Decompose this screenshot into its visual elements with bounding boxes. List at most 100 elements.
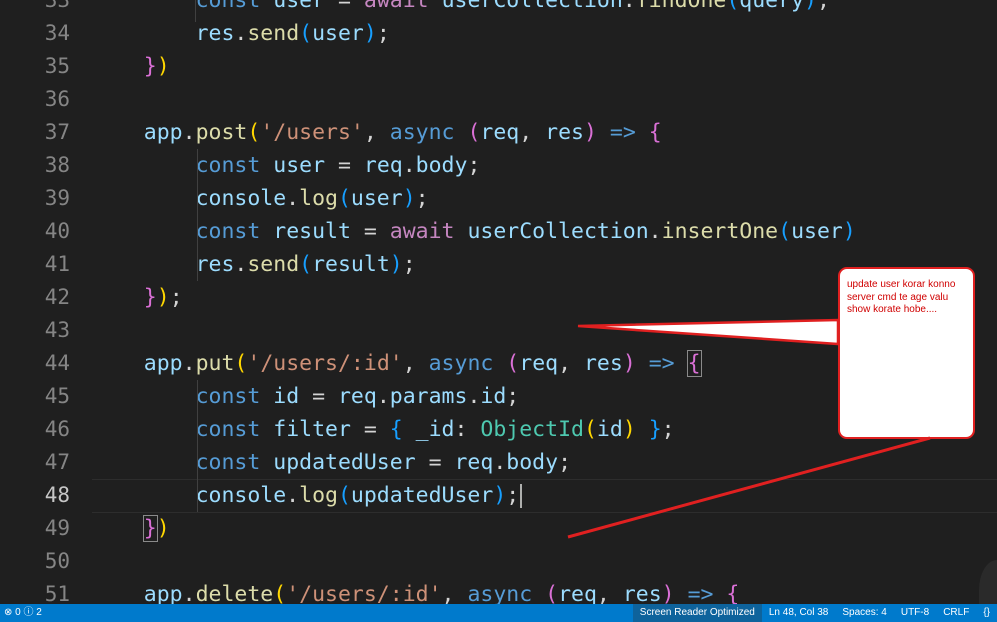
code-token: , [441, 582, 468, 604]
code-token: , [402, 351, 429, 376]
code-token: ( [506, 351, 520, 376]
code-line[interactable]: 48 console.log(updatedUser); [0, 479, 997, 513]
code-text: app.delete('/users/:id', async (req, res… [92, 578, 740, 604]
code-token: ; [558, 450, 572, 475]
code-line[interactable]: 50 [0, 545, 997, 578]
code-text: const filter = { _id: ObjectId(id) }; [92, 413, 675, 446]
code-token: . [493, 450, 507, 475]
code-token: => [687, 582, 714, 604]
code-text: }) [92, 50, 170, 83]
code-line[interactable]: 38 const user = req.body; [0, 149, 997, 182]
code-token: , [519, 120, 546, 145]
code-line[interactable]: 51 app.delete('/users/:id', async (req, … [0, 578, 997, 604]
code-text: const user = await userCollection.findOn… [92, 0, 830, 17]
code-line[interactable]: 49 }) [0, 512, 997, 545]
code-line[interactable]: 39 console.log(user); [0, 182, 997, 215]
code-token: insertOne [661, 219, 779, 244]
code-token: req [558, 582, 597, 604]
line-number: 41 [44, 252, 70, 276]
line-number: 46 [44, 417, 70, 441]
annotation-callout: update user korar konno server cmd te ag… [838, 267, 975, 439]
line-number: 44 [44, 351, 70, 375]
code-token: ; [467, 153, 481, 178]
code-token: async [389, 120, 455, 145]
code-text: console.log(updatedUser); [92, 479, 523, 512]
code-token: ; [402, 252, 416, 277]
code-text: app.put('/users/:id', async (req, res) =… [92, 347, 702, 380]
code-token: ; [415, 186, 429, 211]
line-number: 39 [44, 186, 70, 210]
code-line[interactable]: 36 [0, 83, 997, 116]
code-line[interactable]: 47 const updatedUser = req.body; [0, 446, 997, 479]
code-token: } [143, 54, 157, 79]
line-number: 49 [44, 516, 70, 540]
line-number: 47 [44, 450, 70, 474]
code-token: { [389, 417, 403, 442]
code-token: result [273, 219, 351, 244]
code-token: ) [842, 219, 856, 244]
code-token: async [428, 351, 494, 376]
code-token: = [350, 417, 390, 442]
code-token: const [195, 450, 261, 475]
code-token: ) [156, 285, 170, 310]
code-token: ) [156, 516, 170, 541]
indent-guide [197, 149, 198, 281]
code-token: : [454, 417, 481, 442]
code-token: id [596, 417, 623, 442]
code-token: ( [247, 120, 261, 145]
language-mode[interactable]: {} [976, 604, 997, 622]
code-token: params [389, 384, 468, 409]
code-token: ; [376, 21, 390, 46]
code-token: user [791, 219, 843, 244]
problems-indicator[interactable]: ⊗ 0 ⓘ 2 [4, 604, 42, 622]
screen-reader-mode[interactable]: Screen Reader Optimized [632, 604, 762, 622]
code-token: app [143, 120, 183, 145]
code-token: ) [402, 186, 416, 211]
line-number: 33 [44, 0, 70, 12]
encoding[interactable]: UTF-8 [894, 604, 936, 622]
code-line[interactable]: 34 res.send(user); [0, 17, 997, 50]
code-line[interactable]: 40 const result = await userCollection.i… [0, 215, 997, 248]
code-token: '/users/:id' [286, 582, 442, 604]
line-number: 35 [44, 54, 70, 78]
code-token: res [545, 120, 584, 145]
code-token: . [234, 252, 248, 277]
code-line[interactable]: 33 const user = await userCollection.fin… [0, 0, 997, 17]
indentation[interactable]: Spaces: 4 [835, 604, 893, 622]
code-token: post [195, 120, 248, 145]
code-token: app [143, 351, 183, 376]
code-token: req [337, 384, 377, 409]
code-line[interactable]: 35 }) [0, 50, 997, 83]
code-token: , [596, 582, 623, 604]
code-text: }) [92, 512, 170, 545]
code-token: ( [337, 186, 351, 211]
code-token: await [363, 0, 429, 13]
code-token: ) [363, 21, 377, 46]
end-of-line[interactable]: CRLF [936, 604, 976, 622]
cursor-position[interactable]: Ln 48, Col 38 [762, 604, 836, 622]
code-token: body [506, 450, 559, 475]
code-token: ) [583, 120, 597, 145]
code-token: res [583, 351, 623, 376]
code-line[interactable]: 37 app.post('/users', async (req, res) =… [0, 116, 997, 149]
code-token: send [247, 21, 300, 46]
code-token: } [143, 285, 157, 310]
line-number: 34 [44, 21, 70, 45]
code-token: ) [804, 0, 817, 13]
code-token: = [350, 219, 390, 244]
code-token: req [454, 450, 494, 475]
